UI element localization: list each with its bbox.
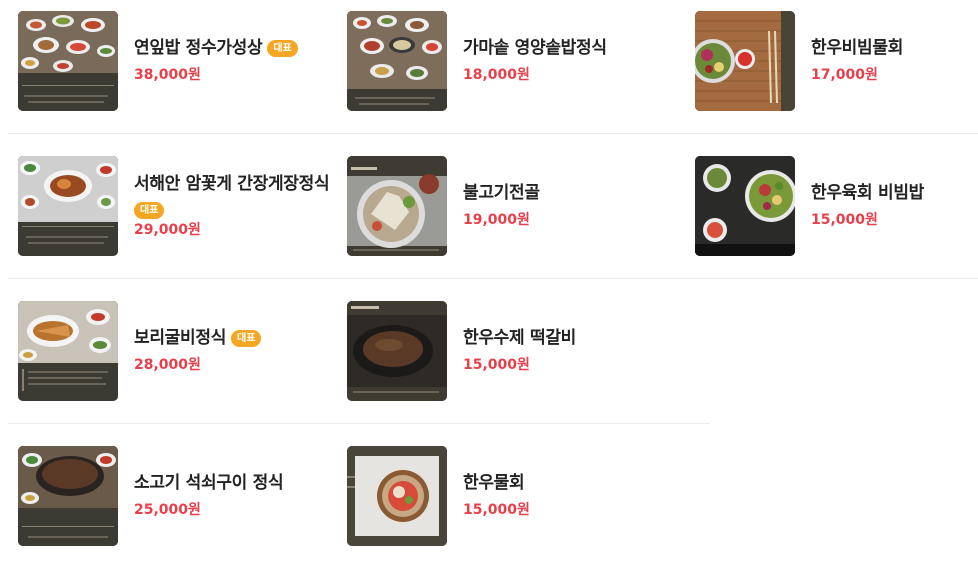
menu-item-price: 15,000원 <box>463 357 530 373</box>
menu-item-info: 한우육회 비빔밥 15,000원 <box>811 156 978 256</box>
menu-item[interactable]: 한우물회 15,000원 <box>347 446 667 546</box>
menu-item[interactable]: 한우육회 비빔밥 15,000원 <box>695 156 978 256</box>
menu-item-price: 25,000원 <box>134 502 201 518</box>
row-divider <box>8 133 978 134</box>
menu-item-name[interactable]: 소고기 석쇠구이 정식 <box>134 473 284 493</box>
row-divider <box>8 423 710 424</box>
menu-item-name[interactable]: 가마솥 영양솥밥정식 <box>463 38 607 58</box>
menu-item-name[interactable]: 한우육회 비빔밥 <box>811 183 924 203</box>
menu-item-price: 17,000원 <box>811 67 878 83</box>
row-divider <box>8 278 978 279</box>
menu-item-info: 소고기 석쇠구이 정식 25,000원 <box>134 446 344 546</box>
menu-item-image[interactable] <box>18 156 118 256</box>
signature-badge: 대표 <box>267 40 298 57</box>
menu-item-image[interactable] <box>18 301 118 401</box>
menu-item-name[interactable]: 보리굴비정식 <box>134 328 226 348</box>
menu-item[interactable]: 한우수제 떡갈비 15,000원 <box>347 301 667 401</box>
menu-item-image[interactable] <box>347 446 447 546</box>
menu-item[interactable]: 서해안 암꽃게 간장게장정식대표 29,000원 <box>18 156 338 256</box>
menu-item-info: 서해안 암꽃게 간장게장정식대표 29,000원 <box>134 156 344 256</box>
menu-item[interactable]: 연잎밥 정수가성상 대표 38,000원 <box>18 11 338 111</box>
menu-item-image[interactable] <box>18 446 118 546</box>
menu-item-image[interactable] <box>347 156 447 256</box>
menu-item[interactable]: 보리굴비정식 대표 28,000원 <box>18 301 338 401</box>
menu-item-price: 29,000원 <box>134 222 201 238</box>
signature-badge: 대표 <box>231 330 262 347</box>
menu-item-name[interactable]: 한우비빔물회 <box>811 38 903 58</box>
menu-item-name[interactable]: 연잎밥 정수가성상 <box>134 38 263 58</box>
menu-item[interactable]: 한우비빔물회 17,000원 <box>695 11 978 111</box>
menu-item-name[interactable]: 서해안 암꽃게 간장게장정식 <box>134 174 330 194</box>
menu-item-info: 가마솥 영양솥밥정식 18,000원 <box>463 11 673 111</box>
menu-item-name[interactable]: 한우수제 떡갈비 <box>463 328 576 348</box>
menu-item-image[interactable] <box>347 301 447 401</box>
menu-item[interactable]: 가마솥 영양솥밥정식 18,000원 <box>347 11 667 111</box>
menu-item-image[interactable] <box>347 11 447 111</box>
menu-grid: 연잎밥 정수가성상 대표 38,000원 가마솥 영양솥밥정식 18,000원 … <box>0 0 978 562</box>
menu-item-price: 38,000원 <box>134 67 201 83</box>
menu-item-info: 불고기전골 19,000원 <box>463 156 673 256</box>
menu-item-name[interactable]: 불고기전골 <box>463 183 540 203</box>
signature-badge: 대표 <box>134 202 165 219</box>
menu-item-price: 15,000원 <box>811 212 878 228</box>
menu-item-price: 15,000원 <box>463 502 530 518</box>
menu-item-image[interactable] <box>695 156 795 256</box>
menu-item-price: 18,000원 <box>463 67 530 83</box>
menu-item-price: 28,000원 <box>134 357 201 373</box>
menu-item-info: 한우비빔물회 17,000원 <box>811 11 978 111</box>
menu-item-info: 한우물회 15,000원 <box>463 446 673 546</box>
menu-item[interactable]: 소고기 석쇠구이 정식 25,000원 <box>18 446 338 546</box>
menu-item-price: 19,000원 <box>463 212 530 228</box>
menu-item-image[interactable] <box>695 11 795 111</box>
menu-item-info: 연잎밥 정수가성상 대표 38,000원 <box>134 11 344 111</box>
menu-item-info: 한우수제 떡갈비 15,000원 <box>463 301 673 401</box>
menu-item-image[interactable] <box>18 11 118 111</box>
menu-item-info: 보리굴비정식 대표 28,000원 <box>134 301 344 401</box>
menu-item[interactable]: 불고기전골 19,000원 <box>347 156 667 256</box>
menu-item-name[interactable]: 한우물회 <box>463 473 525 493</box>
